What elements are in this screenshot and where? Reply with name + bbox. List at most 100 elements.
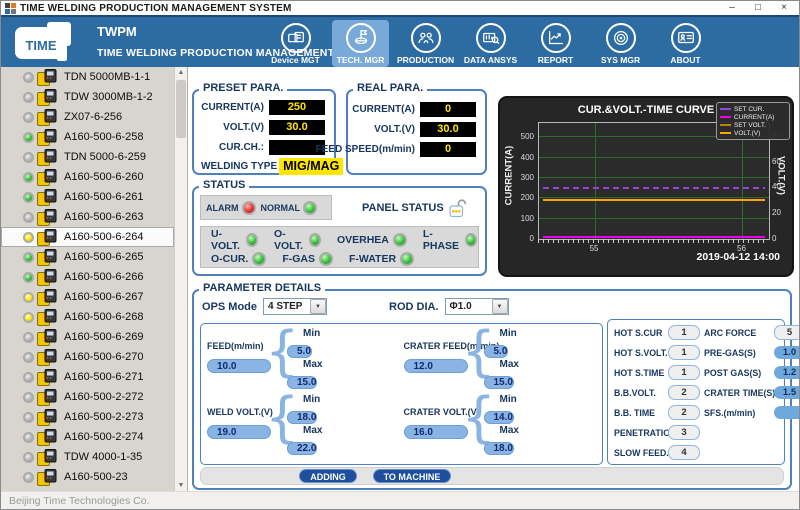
nav-label: SYS MGR bbox=[601, 55, 640, 65]
legend-entry: CURRENT(A) bbox=[720, 113, 786, 121]
adding-button[interactable]: ADDING bbox=[299, 469, 357, 483]
close-button[interactable]: × bbox=[771, 1, 797, 15]
to-machine-button[interactable]: TO MACHINE bbox=[373, 469, 451, 483]
device-list-item[interactable]: A160-500-2-274 bbox=[1, 427, 174, 447]
device-list-item[interactable]: A160-500-6-268 bbox=[1, 307, 174, 327]
device-list-item[interactable]: A160-500-6-266 bbox=[1, 267, 174, 287]
device-list-item[interactable]: A160-500-6-260 bbox=[1, 167, 174, 187]
param-value-pill[interactable]: 1.5 bbox=[774, 386, 800, 399]
cluster-value-pill[interactable]: 12.0 bbox=[404, 359, 468, 373]
device-list-item[interactable]: A160-500-23 bbox=[1, 467, 174, 487]
nav-item-data-ansys[interactable]: DATA ANSYS bbox=[462, 20, 519, 67]
indicator-cell: U-VOLT. bbox=[211, 228, 258, 252]
param-value-pill[interactable]: 2 bbox=[668, 385, 700, 400]
legend-label: CURRENT(A) bbox=[734, 114, 774, 121]
welder-machine-icon bbox=[37, 189, 57, 206]
indicator-label: O-VOLT. bbox=[274, 228, 305, 252]
welder-machine-icon bbox=[37, 109, 57, 126]
maximize-button[interactable]: □ bbox=[745, 1, 771, 15]
param-value-pill[interactable] bbox=[774, 406, 800, 419]
normal-led bbox=[303, 201, 317, 215]
welder-machine-icon bbox=[37, 449, 57, 466]
device-status-led bbox=[23, 152, 34, 163]
yaxis-left-tick: 200 bbox=[508, 193, 534, 202]
param-value-pill[interactable]: 1.2 bbox=[774, 366, 800, 379]
nav-item-production[interactable]: PRODUCTION bbox=[397, 20, 454, 67]
device-list-item[interactable]: TDN 5000MB-1-1 bbox=[1, 67, 174, 87]
device-list-item[interactable]: TDN 5000-6-259 bbox=[1, 147, 174, 167]
device-list-item[interactable]: TDW 3000MB-1-2 bbox=[1, 87, 174, 107]
device-list-item[interactable]: A160-500-2-273 bbox=[1, 407, 174, 427]
scroll-down-icon[interactable]: ▼ bbox=[175, 482, 187, 489]
nav-label: ABOUT bbox=[670, 55, 700, 65]
device-list-item[interactable]: A160-500-6-269 bbox=[1, 327, 174, 347]
nav-item-tech-mgr[interactable]: TECH. MGR bbox=[332, 20, 389, 67]
device-status-led bbox=[23, 112, 34, 123]
titlebar: TIME WELDING PRODUCTION MANAGEMENT SYSTE… bbox=[1, 1, 799, 17]
device-list-item[interactable]: A160-500-6-267 bbox=[1, 287, 174, 307]
nav-item-report[interactable]: REPORT bbox=[527, 20, 584, 67]
nav-item-about[interactable]: ABOUT bbox=[657, 20, 714, 67]
scroll-up-icon[interactable]: ▲ bbox=[175, 69, 187, 76]
param-value-pill[interactable]: 3 bbox=[668, 425, 700, 440]
indicator-led bbox=[393, 233, 407, 247]
welder-machine-icon bbox=[37, 469, 57, 486]
nav-item-device-mgt[interactable]: Device MGT bbox=[267, 20, 324, 67]
device-list-item[interactable]: A160-500-6-270 bbox=[1, 347, 174, 367]
cluster-min-pill[interactable]: 14.0 bbox=[484, 411, 514, 424]
device-name: A160-500-6-270 bbox=[64, 351, 144, 363]
cluster-value-pill[interactable]: 10.0 bbox=[207, 359, 271, 373]
param-name: HOT S.CUR bbox=[614, 328, 664, 338]
ops-mode-dropdown-icon[interactable]: ▼ bbox=[310, 299, 326, 314]
data-ansys-icon bbox=[476, 23, 506, 53]
welder-machine-icon bbox=[37, 349, 57, 366]
param-value-pill[interactable]: 1 bbox=[668, 325, 700, 340]
device-list-item[interactable]: A160-500-6-271 bbox=[1, 367, 174, 387]
sidebar-scrollbar[interactable]: ▲ ▼ bbox=[174, 67, 187, 491]
device-list-item[interactable]: A160-500-2-272 bbox=[1, 387, 174, 407]
device-list-item[interactable]: A160-500-6-264 bbox=[1, 227, 174, 247]
indicator-label: F-WATER bbox=[349, 253, 396, 265]
minimize-button[interactable]: – bbox=[719, 1, 745, 15]
status-label: ALARM bbox=[206, 203, 239, 213]
nav-item-sys-mgr[interactable]: SYS MGR bbox=[592, 20, 649, 67]
header: TIME TWPM TIME WELDING PRODUCTION MANAGE… bbox=[1, 17, 799, 67]
param-display: 30.0 bbox=[269, 120, 325, 135]
scrollbar-thumb[interactable] bbox=[176, 80, 186, 138]
nav-label: TECH. MGR bbox=[337, 55, 385, 65]
status-bar: Beijing Time Technologies Co. bbox=[1, 491, 799, 509]
param-value-pill[interactable]: 1 bbox=[668, 365, 700, 380]
cluster-value-pill[interactable]: 16.0 bbox=[404, 425, 468, 439]
param-label: FEED SPEED(m/min) bbox=[316, 144, 415, 155]
extra-parameters-box: HOT S.CUR 1 ARC FORCE 5HOT S.VOLT. 1 PRE… bbox=[607, 319, 785, 465]
param-value-pill[interactable]: 1.0 bbox=[774, 346, 800, 359]
device-list-item[interactable]: A160-500-6-265 bbox=[1, 247, 174, 267]
ops-mode-value: 4 STEP bbox=[268, 301, 302, 312]
indicator-led bbox=[246, 233, 258, 247]
indicator-label: L-PHASE bbox=[423, 228, 461, 252]
device-list-item[interactable]: TDW 4000-1-35 bbox=[1, 447, 174, 467]
chart-yaxis-right-label: VOLT.(V) bbox=[776, 136, 787, 216]
device-name: A160-500-6-263 bbox=[64, 211, 144, 223]
welder-machine-icon bbox=[37, 389, 57, 406]
welder-machine-icon bbox=[37, 409, 57, 426]
cluster-value-pill[interactable]: 19.0 bbox=[207, 425, 271, 439]
param-value-pill[interactable]: 4 bbox=[668, 445, 700, 460]
device-list-item[interactable]: ZX07-6-256 bbox=[1, 107, 174, 127]
welding-type-value: MIG/MAG bbox=[279, 158, 343, 175]
param-value-pill[interactable]: 1 bbox=[668, 345, 700, 360]
cluster-min-pill[interactable]: 5.0 bbox=[484, 345, 509, 358]
cluster-min-pill[interactable]: 18.0 bbox=[287, 411, 317, 424]
device-list-item[interactable]: A160-500-6-261 bbox=[1, 187, 174, 207]
device-name: TDN 5000-6-259 bbox=[64, 151, 146, 163]
legend-entry: VOLT.(V) bbox=[720, 129, 786, 137]
param-value-pill[interactable]: 2 bbox=[668, 405, 700, 420]
welder-machine-icon bbox=[37, 209, 57, 226]
welder-machine-icon bbox=[37, 229, 57, 246]
cluster-max-pill[interactable]: 22.0 bbox=[287, 442, 317, 455]
cluster-min-pill[interactable]: 5.0 bbox=[287, 345, 312, 358]
device-list-item[interactable]: A160-500-6-263 bbox=[1, 207, 174, 227]
device-list-item[interactable]: A160-500-6-258 bbox=[1, 127, 174, 147]
cluster-max-pill[interactable]: 18.0 bbox=[484, 442, 514, 455]
param-value-pill[interactable]: 5 bbox=[774, 325, 800, 340]
